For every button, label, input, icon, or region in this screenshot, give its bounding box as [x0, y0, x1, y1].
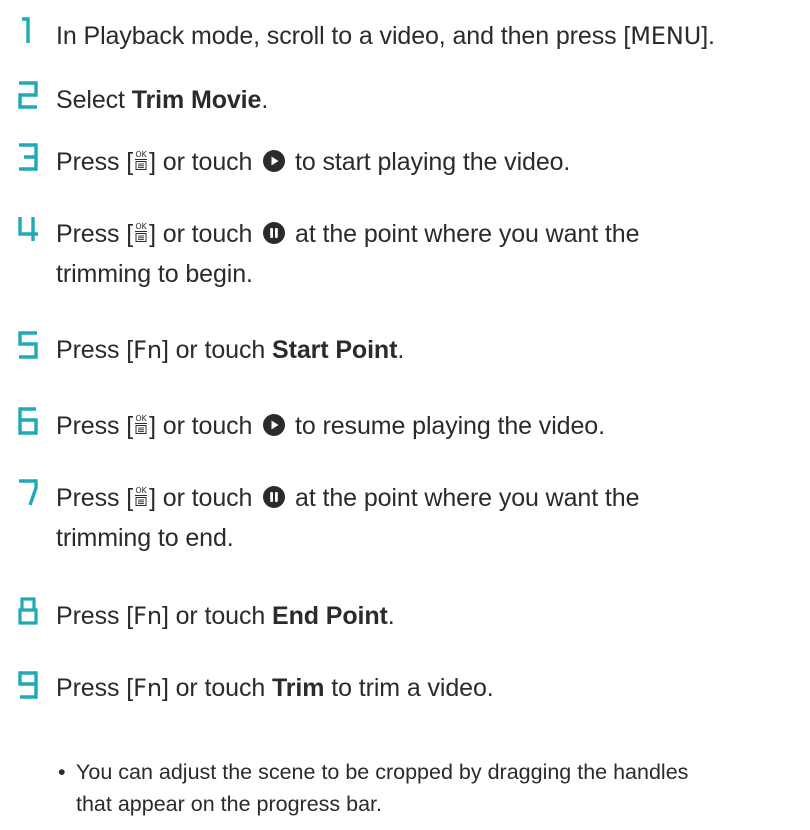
- step-text-part: trimming to begin.: [56, 260, 253, 288]
- step-text-part: ] or touch: [149, 220, 260, 248]
- bullet-dot: •: [58, 760, 66, 784]
- ok-menu-key-icon: OK: [135, 150, 148, 171]
- step-text-part: In Playback mode, scroll to a video, and…: [56, 22, 631, 50]
- note-text: that appear on the progress bar.: [76, 792, 382, 816]
- step-text-part: ].: [701, 22, 715, 50]
- menu-option-label: Start Point: [272, 336, 398, 364]
- step-text-part: .: [397, 336, 405, 364]
- step-text-part: Press [: [56, 220, 134, 248]
- step-text: Select Trim Movie.: [56, 80, 802, 120]
- step-text-part: .: [387, 602, 395, 630]
- ok-menu-key-icon: OK: [135, 222, 148, 243]
- note-text: You can adjust the scene to be cropped b…: [76, 760, 689, 784]
- step-text: Press [Fn] or touch End Point.: [56, 596, 802, 636]
- ok-menu-key-icon: OK: [135, 414, 148, 435]
- step-text-part: at the point where you want the: [288, 220, 640, 248]
- pause-icon: [263, 221, 286, 244]
- play-icon: [263, 149, 286, 172]
- step-text-part: Select: [56, 86, 132, 114]
- step-text: Press [OK] or touch at the point where y…: [56, 214, 802, 294]
- step-text-part: ] or touch: [149, 412, 260, 440]
- step-text-part: ] or touch: [161, 336, 273, 364]
- menu-key-label: MENU: [630, 22, 702, 50]
- svg-text:OK: OK: [135, 486, 147, 495]
- step-text-part: ] or touch: [149, 484, 260, 512]
- svg-text:OK: OK: [135, 414, 147, 423]
- step-text-part: to resume playing the video.: [288, 412, 605, 440]
- step-text-part: Press [: [56, 148, 134, 176]
- step-text-part: Press [: [56, 336, 134, 364]
- step-number-2: [16, 80, 40, 110]
- step-number-7: [16, 478, 40, 508]
- step-text: Press [OK] or touch to resume playing th…: [56, 406, 802, 446]
- step-text-part: .: [261, 86, 269, 114]
- step-text-part: ] or touch: [149, 148, 260, 176]
- play-icon: [263, 413, 286, 436]
- note-bullet-item: • You can adjust the scene to be cropped…: [58, 756, 806, 820]
- step-number-6: [16, 406, 40, 436]
- menu-option-label: Trim Movie: [131, 86, 262, 114]
- fn-key-label: Fn: [133, 602, 162, 630]
- step-text-part: Press [: [56, 412, 134, 440]
- pause-icon: [263, 485, 286, 508]
- menu-option-label: End Point: [272, 602, 388, 630]
- step-text-part: trimming to end.: [56, 524, 234, 552]
- step-number-5: [16, 330, 40, 360]
- step-number-8: [16, 596, 40, 626]
- step-number-3: [16, 142, 40, 172]
- manual-page: In Playback mode, scroll to a video, and…: [0, 0, 810, 830]
- step-text-part: Press [: [56, 602, 134, 630]
- step-text-part: to start playing the video.: [288, 148, 571, 176]
- step-text: Press [OK] or touch at the point where y…: [56, 478, 802, 558]
- step-text: Press [Fn] or touch Start Point.: [56, 330, 802, 370]
- step-text-part: at the point where you want the: [288, 484, 640, 512]
- ok-menu-key-icon: OK: [135, 486, 148, 507]
- step-text-part: Press [: [56, 484, 134, 512]
- svg-text:OK: OK: [135, 222, 147, 231]
- step-text: In Playback mode, scroll to a video, and…: [56, 16, 802, 56]
- step-text: Press [OK] or touch to start playing the…: [56, 142, 802, 182]
- svg-text:OK: OK: [135, 150, 147, 159]
- fn-key-label: Fn: [133, 336, 162, 364]
- step-text-part: ] or touch: [161, 602, 273, 630]
- step-number-4: [16, 214, 40, 244]
- step-number-1: [16, 16, 40, 46]
